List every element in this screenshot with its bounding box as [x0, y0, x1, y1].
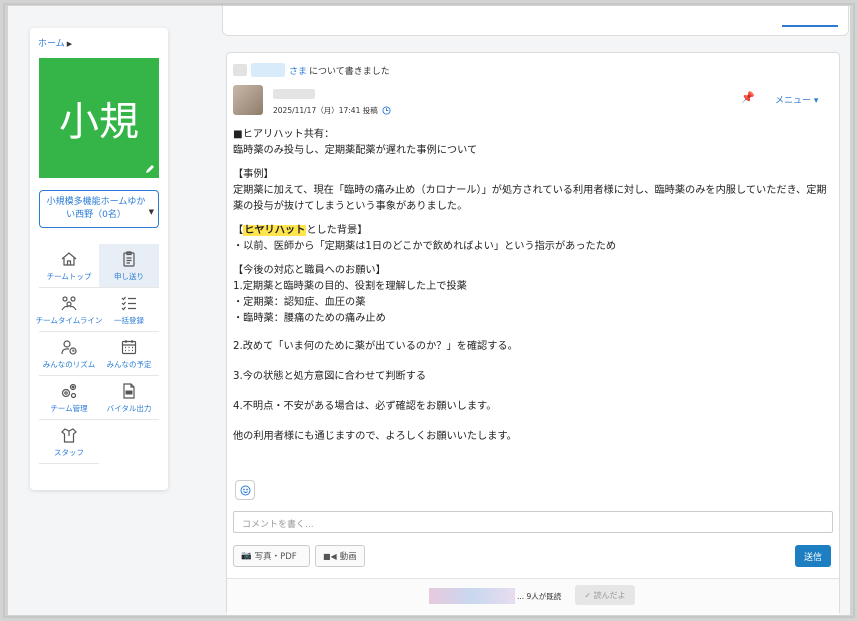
body-line: 2.改めて「いま何のために薬が出ているのか？」を確認する。 — [233, 341, 518, 352]
breadcrumb: ホーム ▶ — [38, 36, 72, 49]
caret-down-icon: ▼ — [148, 208, 154, 216]
team-select-value: 小規模多機能ホームゆかい西野（0名） — [46, 197, 146, 220]
nav-staff[interactable]: スタッフ — [39, 420, 99, 464]
team-timeline-icon — [61, 295, 77, 310]
read-status-bar: ... 9人が既読 ✓ 読んだよ — [227, 578, 839, 615]
nav-bulk-register[interactable]: 一括登録 — [99, 288, 159, 332]
smiley-icon — [240, 485, 250, 495]
body-line: ・以前、医師から「定期薬は1日のどこかで飲めればよい」という指示があったため — [233, 241, 617, 252]
previous-post-button[interactable] — [782, 23, 838, 27]
readers-count[interactable]: ... 9人が既読 — [517, 591, 561, 602]
checklist-icon — [121, 296, 136, 310]
body-line: ■ヒアリハット共有： — [233, 129, 335, 140]
home-icon — [61, 251, 77, 266]
comment-input[interactable]: コメントを書く... — [233, 511, 833, 533]
body-line: 【今後の対応と職員へのお願い】 — [233, 265, 386, 276]
post-recipient-line: さま について書きました — [233, 63, 390, 77]
chevron-right-icon: ▶ — [66, 40, 73, 48]
team-avatar-tile: 小規 — [39, 58, 159, 178]
team-select[interactable]: 小規模多機能ホームゆかい西野（0名） ▼ — [39, 190, 159, 228]
breadcrumb-home-link[interactable]: ホーム — [38, 39, 65, 49]
reader-avatars-redacted — [429, 588, 515, 604]
body-line: ・臨時薬：腰痛のための痛み止め — [233, 313, 386, 324]
calendar-icon — [121, 339, 137, 354]
handover-post: さま について書きました 2025/11/17（月）17:41 投稿 📌 メニュ… — [226, 52, 840, 615]
video-camera-icon: ■◀ — [323, 551, 337, 561]
sidebar: ホーム ▶ 小規 小規模多機能ホームゆかい西野（0名） ▼ チームトップ 申し送り… — [30, 28, 168, 490]
gears-icon — [61, 383, 77, 398]
attach-photo-label: 写真・PDF — [254, 552, 297, 562]
mark-read-button[interactable]: ✓ 読んだよ — [575, 585, 635, 605]
clipboard-icon — [123, 250, 135, 267]
highlighted-term: ヒヤリハット — [243, 225, 307, 236]
post-body: ■ヒアリハット共有： 臨時薬のみ投与し、定期薬配薬が遅れた事例について 【事例】… — [233, 127, 833, 445]
sidebar-nav: チームトップ 申し送り チームタイムライン 一括登録 みんなのリズム みんなの予… — [36, 244, 159, 464]
attach-video-label: 動画 — [339, 552, 357, 562]
body-line: 臨時薬のみ投与し、定期薬配薬が遅れた事例について — [233, 145, 478, 156]
reaction-button[interactable] — [235, 480, 255, 500]
pencil-icon[interactable] — [145, 164, 155, 174]
recipient-name-redacted — [251, 63, 285, 77]
author-avatar[interactable] — [233, 85, 263, 115]
nav-team-top[interactable]: チームトップ — [39, 244, 99, 288]
nav-team-management[interactable]: チーム管理 — [39, 376, 99, 420]
nav-team-timeline[interactable]: チームタイムライン — [36, 288, 102, 332]
post-menu-button[interactable]: メニュー ▾ — [775, 93, 818, 106]
body-line: ・定期薬：認知症、血圧の薬 — [233, 297, 366, 308]
nav-label: 申し送り — [114, 271, 144, 281]
clock-icon — [382, 106, 391, 115]
nav-label: チーム管理 — [50, 403, 88, 413]
body-line: 【ヒヤリハットとした背景】 — [233, 225, 368, 236]
nav-vital-export[interactable]: バイタル出力 — [99, 376, 159, 420]
camera-icon: 📷 — [241, 551, 252, 561]
post-date-text: 2025/11/17（月）17:41 投稿 — [273, 106, 378, 115]
nav-everyone-schedule[interactable]: みんなの予定 — [99, 332, 159, 376]
body-line: 定期薬に加えて、現在「臨時の痛み止め（カロナール）」が処方されている利用者様に対… — [233, 185, 827, 212]
body-line: 他の利用者様にも通じますので、よろしくお願いいたします。 — [233, 431, 517, 442]
team-tile-text: 小規 — [59, 99, 139, 145]
app-frame: ホーム ▶ 小規 小規模多機能ホームゆかい西野（0名） ▼ チームトップ 申し送り… — [8, 6, 850, 615]
nav-label: みんなのリズム — [42, 359, 96, 369]
send-button[interactable]: 送信 — [795, 545, 831, 567]
user-clock-icon — [61, 339, 77, 355]
pin-icon[interactable]: 📌 — [741, 91, 755, 104]
nav-label: バイタル出力 — [106, 403, 152, 413]
body-line: 1.定期薬と臨時薬の目的、役割を理解した上で投薬 — [233, 281, 467, 292]
wrote-about-text: について書きました — [309, 66, 390, 77]
nav-everyone-rhythm[interactable]: みんなのリズム — [39, 332, 99, 376]
recipient-name-redacted — [233, 64, 247, 76]
csv-file-icon — [123, 382, 135, 399]
nav-label: スタッフ — [54, 447, 84, 457]
attach-video-button[interactable]: ■◀ 動画 — [315, 545, 365, 567]
nav-label: チームタイムライン — [35, 315, 103, 325]
attach-photo-button[interactable]: 📷 写真・PDF — [233, 545, 310, 567]
post-date: 2025/11/17（月）17:41 投稿 — [273, 105, 391, 116]
nav-handover[interactable]: 申し送り — [99, 244, 159, 288]
nav-label: みんなの予定 — [106, 359, 152, 369]
previous-post-card — [222, 6, 849, 36]
body-line: 3.今の状態と処方意図に合わせて判断する — [233, 371, 427, 382]
author-name-redacted — [273, 89, 315, 99]
body-line: 【事例】 — [233, 169, 274, 180]
nav-label: 一括登録 — [114, 315, 144, 325]
recipient-link[interactable]: さま — [289, 64, 307, 77]
nav-label: チームトップ — [46, 271, 92, 281]
staff-icon — [61, 427, 77, 443]
body-line: 4.不明点・不安がある場合は、必ず確認をお願いします。 — [233, 401, 497, 412]
